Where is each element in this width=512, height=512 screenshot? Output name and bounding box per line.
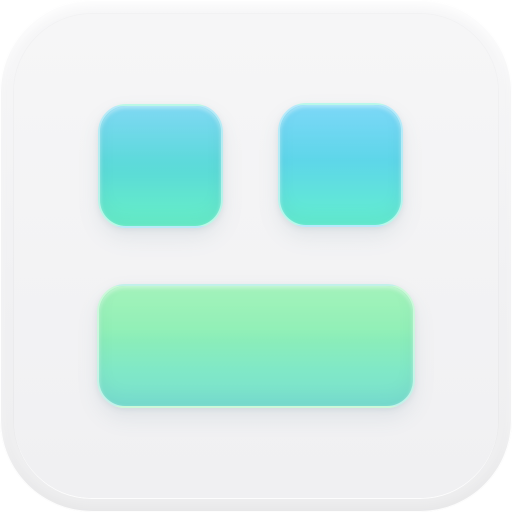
app-icon (0, 0, 512, 512)
bottom-wide-tile (97, 284, 415, 408)
canvas (0, 0, 512, 512)
top-left-tile (98, 104, 223, 228)
top-right-tile (278, 103, 403, 227)
